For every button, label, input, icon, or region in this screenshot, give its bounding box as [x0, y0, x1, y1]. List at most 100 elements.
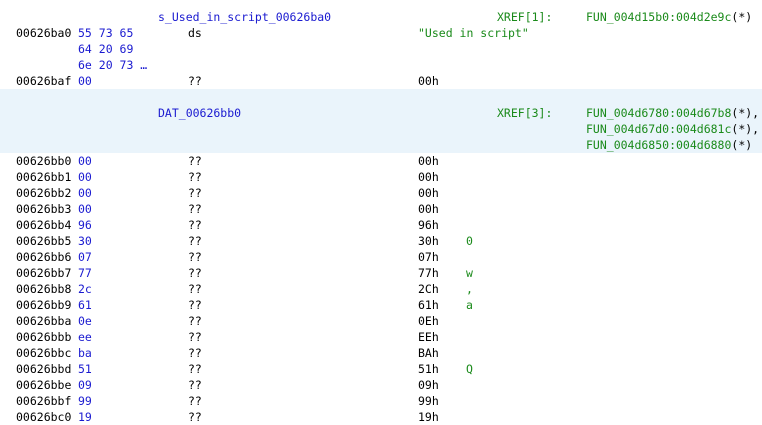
dat-xref-link[interactable]: FUN_004d67d0:004d681c(*), — [586, 121, 759, 137]
listing-row[interactable]: 00626bc0 19?? 19h — [0, 409, 762, 425]
mnemonic: ?? — [188, 330, 202, 344]
address: 00626bbe — [16, 378, 72, 392]
bytes: 0e — [78, 314, 92, 328]
address: 00626bb1 — [16, 170, 72, 184]
char-comment: w — [466, 266, 473, 280]
string-label[interactable]: s_Used_in_script_00626ba0 — [158, 9, 331, 25]
string-xref-tag: XREF[1]: — [497, 10, 553, 24]
mnemonic: ?? — [188, 282, 202, 296]
mnemonic: ds — [188, 26, 202, 40]
string-bytes-continuation: 6e 20 73 … — [0, 57, 762, 73]
operand: 00h — [418, 74, 439, 88]
mnemonic: ?? — [188, 170, 202, 184]
address: 00626ba0 — [16, 26, 72, 40]
listing-row[interactable]: 00626bbe 09?? 09h — [0, 377, 762, 393]
address: 00626bc0 — [16, 410, 72, 424]
operand: 2Ch — [418, 282, 439, 296]
bytes: 2c — [78, 282, 92, 296]
listing-row[interactable]: 00626bbb ee?? EEh — [0, 329, 762, 345]
char-comment: , — [466, 282, 473, 296]
dat-xref-link[interactable]: FUN_004d6850:004d6880(*) — [586, 137, 752, 153]
listing-row[interactable]: 00626bb7 77?? 77h w — [0, 265, 762, 281]
dat-xref-row: FUN_004d6850:004d6880(*) — [0, 137, 762, 153]
bytes: 00 — [78, 186, 92, 200]
listing-row[interactable]: 00626bb5 30?? 30h 0 — [0, 233, 762, 249]
listing-row[interactable]: 00626bb9 61?? 61h a — [0, 297, 762, 313]
bytes: 00 — [78, 74, 92, 88]
address: 00626bb9 — [16, 298, 72, 312]
address: 00626bbc — [16, 346, 72, 360]
bytes: 64 20 69 — [78, 42, 134, 56]
bytes: 61 — [78, 298, 92, 312]
mnemonic: ?? — [188, 410, 202, 424]
listing-row[interactable]: 00626bb6 07?? 07h — [0, 249, 762, 265]
address: 00626bb3 — [16, 202, 72, 216]
char-comment: a — [466, 298, 473, 312]
bytes: 19 — [78, 410, 92, 424]
mnemonic: ?? — [188, 234, 202, 248]
listing-row[interactable]: 00626bb3 00?? 00h — [0, 201, 762, 217]
mnemonic: ?? — [188, 314, 202, 328]
dat-label-row[interactable]: DAT_00626bb0 XREF[3]: FUN_004d6780:004d6… — [0, 105, 762, 121]
bytes: 00 — [78, 202, 92, 216]
address: 00626bb0 — [16, 154, 72, 168]
string-xref-link[interactable]: FUN_004d15b0:004d2e9c(*) — [586, 9, 752, 25]
mnemonic: ?? — [188, 218, 202, 232]
mnemonic: ?? — [188, 298, 202, 312]
dat-label[interactable]: DAT_00626bb0 — [158, 105, 241, 121]
string-data-row[interactable]: 00626ba0 55 73 65 ds "Used in script" — [0, 25, 762, 41]
dat-xref-tag: XREF[3]: — [497, 106, 553, 120]
char-comment: Q — [466, 362, 473, 376]
dat-xref-link[interactable]: FUN_004d6780:004d67b8(*), — [586, 105, 759, 121]
operand: 00h — [418, 170, 439, 184]
operand: 07h — [418, 250, 439, 264]
listing-row[interactable]: 00626bba 0e?? 0Eh — [0, 313, 762, 329]
mnemonic: ?? — [188, 202, 202, 216]
bytes: 30 — [78, 234, 92, 248]
bytes: 77 — [78, 266, 92, 280]
listing-row[interactable]: 00626bbd 51?? 51h Q — [0, 361, 762, 377]
bytes: 09 — [78, 378, 92, 392]
listing-row[interactable]: 00626bb1 00?? 00h — [0, 169, 762, 185]
string-label-row[interactable]: s_Used_in_script_00626ba0 XREF[1]: FUN_0… — [0, 9, 762, 25]
listing-row[interactable]: 00626bbc ba?? BAh — [0, 345, 762, 361]
disassembly-listing[interactable]: s_Used_in_script_00626ba0 XREF[1]: FUN_0… — [0, 0, 762, 424]
address: 00626bb5 — [16, 234, 72, 248]
operand: 61h — [418, 298, 439, 312]
address: 00626bb4 — [16, 218, 72, 232]
listing-row[interactable]: 00626bb4 96?? 96h — [0, 217, 762, 233]
listing-row[interactable]: 00626baf 00 ?? 00h — [0, 73, 762, 89]
bytes: ba — [78, 346, 92, 360]
bytes: 51 — [78, 362, 92, 376]
operand: EEh — [418, 330, 439, 344]
address: 00626bbd — [16, 362, 72, 376]
bytes: 6e 20 73 … — [78, 58, 148, 72]
operand: 00h — [418, 186, 439, 200]
address: 00626bb7 — [16, 266, 72, 280]
operand: 51h — [418, 362, 439, 376]
mnemonic: ?? — [188, 346, 202, 360]
operand: 00h — [418, 202, 439, 216]
address: 00626bbf — [16, 394, 72, 408]
address: 00626bba — [16, 314, 72, 328]
mnemonic: ?? — [188, 394, 202, 408]
listing-row[interactable]: 00626bb2 00?? 00h — [0, 185, 762, 201]
bytes: 96 — [78, 218, 92, 232]
operand: 96h — [418, 218, 439, 232]
mnemonic: ?? — [188, 378, 202, 392]
listing-row[interactable]: 00626bb0 00?? 00h — [0, 153, 762, 169]
mnemonic: ?? — [188, 186, 202, 200]
listing-row[interactable]: 00626bbf 99?? 99h — [0, 393, 762, 409]
mnemonic: ?? — [188, 250, 202, 264]
listing-row[interactable]: 00626bb8 2c?? 2Ch, — [0, 281, 762, 297]
address: 00626bb8 — [16, 282, 72, 296]
string-value[interactable]: "Used in script" — [418, 25, 529, 41]
operand: BAh — [418, 346, 439, 360]
operand: 19h — [418, 410, 439, 424]
dat-xref-row: FUN_004d67d0:004d681c(*), — [0, 121, 762, 137]
mnemonic: ?? — [188, 74, 202, 88]
mnemonic: ?? — [188, 362, 202, 376]
bytes: 99 — [78, 394, 92, 408]
operand: 99h — [418, 394, 439, 408]
operand: 00h — [418, 154, 439, 168]
